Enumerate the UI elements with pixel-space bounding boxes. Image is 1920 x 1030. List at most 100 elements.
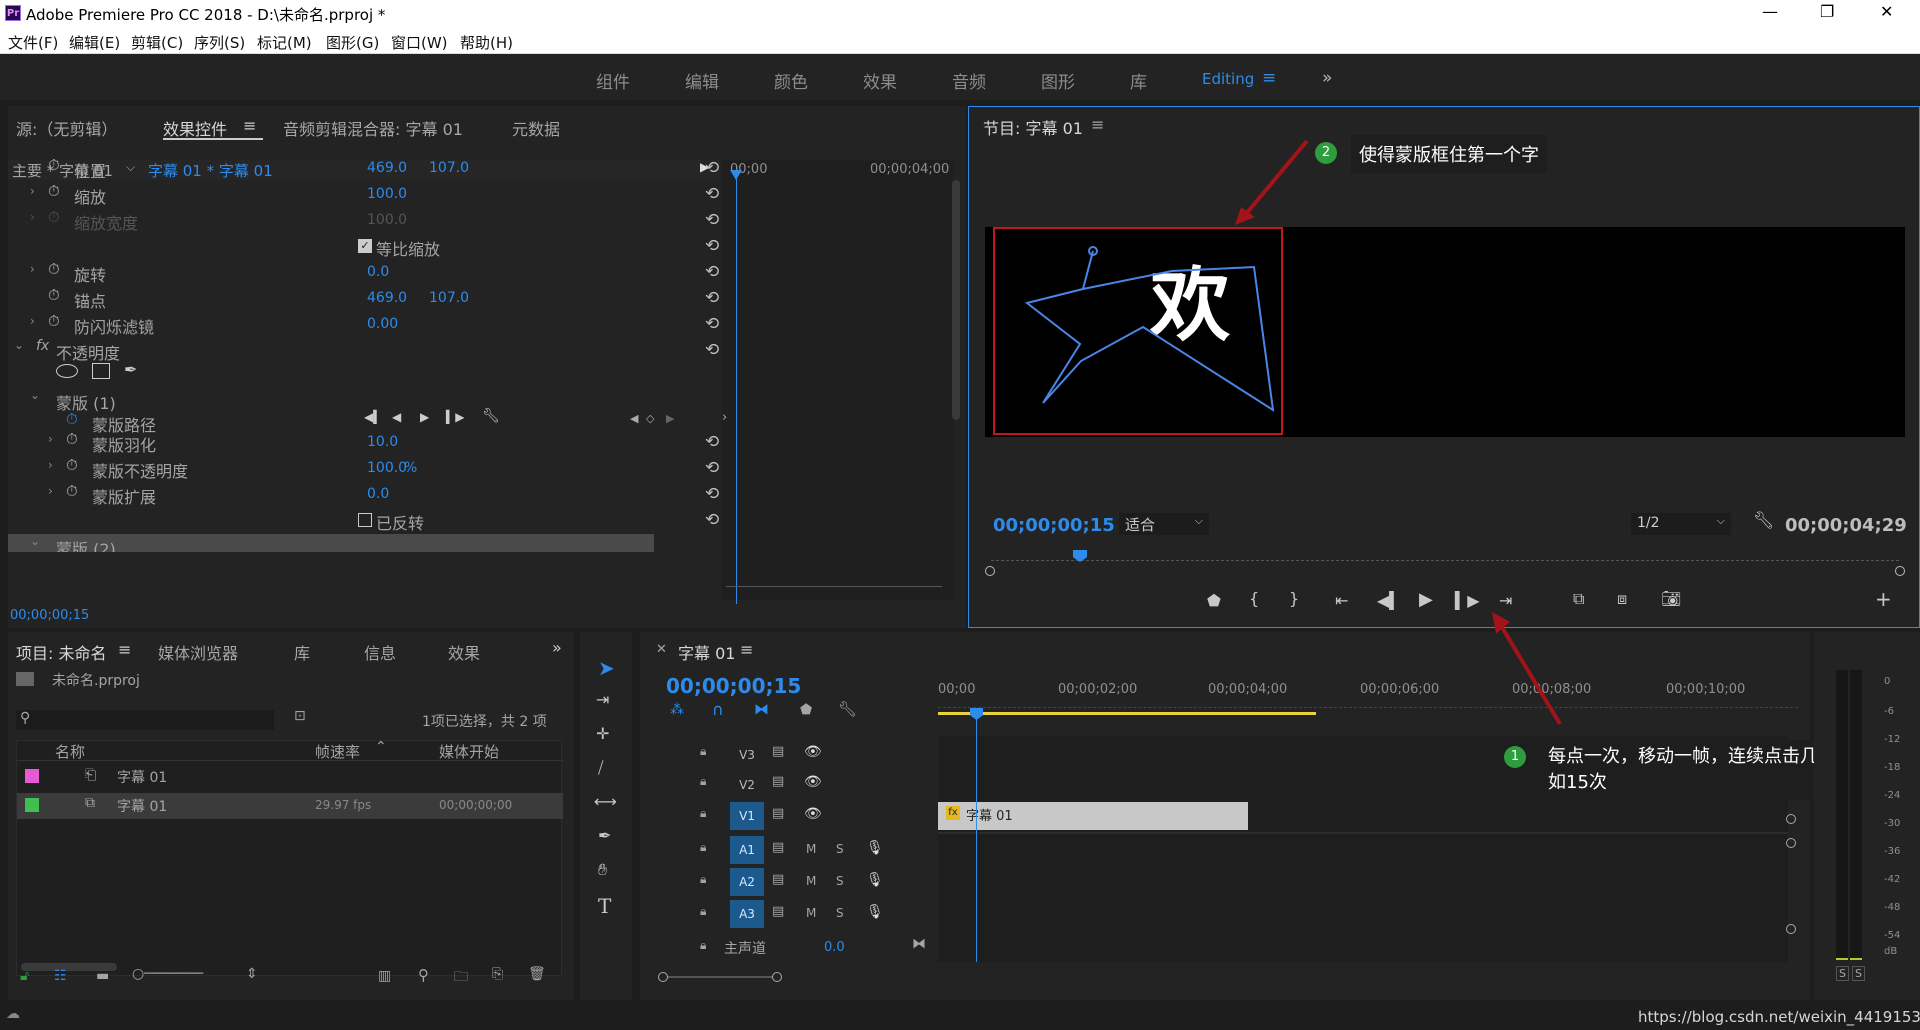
collapse-icon[interactable]: ⌄ — [30, 534, 40, 548]
tab-audio-mixer[interactable]: 音频剪辑混合器: 字幕 01 — [283, 116, 463, 140]
fit-select[interactable]: 适合 ⌵ — [1119, 513, 1209, 535]
video-frame[interactable]: 欢 — [985, 227, 1905, 437]
mask-1-label[interactable]: 蒙版 (1) — [56, 390, 116, 414]
track-label[interactable]: A2 — [730, 868, 764, 896]
anchor-x[interactable]: 469.0 — [367, 290, 407, 306]
microphone-icon[interactable]: 🎙︎ — [866, 872, 884, 888]
ellipse-mask-icon[interactable] — [56, 364, 78, 378]
lift-icon[interactable]: ⧉ — [1573, 589, 1584, 609]
tab-source[interactable]: 源:（无剪辑） — [16, 116, 117, 140]
add-marker-icon[interactable]: ⬟ — [1207, 591, 1221, 610]
next-keyframe-icon[interactable]: ▶ — [666, 412, 674, 425]
collapse-icon[interactable]: ⌄ — [30, 388, 40, 402]
timeline-playhead[interactable] — [976, 714, 977, 962]
reset-icon[interactable]: ⟲ — [705, 236, 719, 256]
close-button[interactable]: ✕ — [1880, 2, 1893, 21]
sync-lock-icon[interactable]: ▤ — [772, 744, 784, 759]
program-menu-icon[interactable]: ≡ — [1091, 115, 1104, 134]
clear-icon[interactable]: 🗑︎ — [528, 966, 546, 982]
add-marker-icon[interactable]: ⬟ — [800, 702, 812, 718]
export-frame-icon[interactable]: 📷︎ — [1661, 589, 1681, 608]
ec-playhead[interactable] — [736, 176, 737, 604]
mask-2-row[interactable]: ⌄ 蒙版 (2) — [8, 534, 654, 552]
clip-selector[interactable]: 字幕 01 * 字幕 01 — [148, 160, 273, 181]
razor-tool-icon[interactable]: ⧸ — [598, 758, 603, 778]
nest-toggle-icon[interactable]: ⁂ — [670, 702, 684, 718]
workspace-effects[interactable]: 效果 — [863, 68, 897, 93]
expand-icon[interactable]: › — [30, 262, 35, 276]
minimize-button[interactable]: — — [1762, 2, 1778, 21]
menu-graphics[interactable]: 图形(G) — [326, 32, 379, 53]
track-label[interactable]: A1 — [730, 836, 764, 864]
ripple-edit-tool-icon[interactable]: ✛ — [596, 724, 609, 743]
list-item[interactable]: ⎗ 字幕 01 — [17, 765, 563, 791]
lock-icon[interactable]: 🔒︎ — [700, 774, 706, 789]
col-framerate[interactable]: 帧速率 — [315, 741, 360, 762]
scroll-end-handle[interactable] — [772, 972, 782, 982]
find-icon[interactable]: ⚲ — [418, 966, 429, 984]
mute-button[interactable]: M — [806, 906, 816, 920]
solo-button[interactable]: S — [836, 906, 844, 920]
workspace-libraries[interactable]: 库 — [1130, 68, 1147, 93]
stopwatch-icon[interactable]: ⏱ — [48, 156, 60, 174]
reset-icon[interactable]: ⟲ — [705, 432, 719, 452]
pen-mask-icon[interactable]: ✒ — [124, 360, 137, 379]
sync-lock-icon[interactable]: ▤ — [772, 872, 784, 887]
sort-icons-icon[interactable]: ⇕ — [246, 966, 258, 982]
expand-right-icon[interactable]: › — [722, 410, 727, 425]
stopwatch-icon[interactable]: ⏱ — [66, 430, 78, 448]
expand-icon[interactable]: › — [48, 432, 53, 446]
new-bin-icon[interactable]: 🗀︎ — [454, 966, 468, 990]
collapse-icon[interactable]: ⌄ — [14, 338, 24, 352]
eye-icon[interactable]: 👁︎ — [804, 774, 822, 790]
program-title[interactable]: 节目: 字幕 01 — [983, 115, 1083, 139]
workspace-menu-icon[interactable]: ≡ — [1262, 68, 1276, 88]
track-backward-icon[interactable]: ◀ — [392, 410, 401, 424]
microphone-icon[interactable]: 🎙︎ — [866, 904, 884, 920]
project-search-input[interactable]: ⚲ — [16, 710, 274, 730]
timeline-menu-icon[interactable]: ≡ — [740, 640, 753, 659]
timeline-tab[interactable]: 字幕 01 — [678, 640, 735, 664]
lock-icon[interactable]: 🔒︎ — [700, 872, 706, 887]
snap-icon[interactable]: ∩ — [712, 700, 724, 719]
microphone-icon[interactable]: 🎙︎ — [866, 840, 884, 856]
reset-icon[interactable]: ⟲ — [705, 210, 719, 230]
v-scroll-handle-bottom[interactable] — [1786, 814, 1796, 824]
resolution-select[interactable]: 1/2 ⌵ — [1631, 513, 1731, 535]
track-select-tool-icon[interactable]: ⇥ — [596, 690, 609, 709]
wrench-icon[interactable]: 🔧︎ — [482, 408, 500, 424]
eye-icon[interactable]: 👁︎ — [804, 744, 822, 760]
prev-keyframe-icon[interactable]: ◀ — [630, 412, 638, 425]
solo-right-button[interactable]: S — [1852, 966, 1865, 981]
tab-media-browser[interactable]: 媒体浏览器 — [158, 640, 238, 664]
slip-tool-icon[interactable]: ⟷ — [594, 792, 617, 811]
solo-left-button[interactable]: S — [1836, 966, 1849, 981]
scroll-thumb[interactable] — [668, 976, 772, 978]
rectangle-mask-icon[interactable] — [92, 363, 110, 379]
sync-lock-icon[interactable]: ▤ — [772, 806, 784, 821]
hand-tool-icon[interactable]: ✋︎ — [598, 860, 607, 880]
pen-tool-icon[interactable]: ✒ — [598, 826, 611, 845]
expand-icon[interactable]: › — [48, 458, 53, 472]
anchor-y[interactable]: 107.0 — [429, 290, 469, 306]
new-search-bin-icon[interactable]: ⊡ — [294, 708, 306, 724]
reset-icon[interactable]: ⟲ — [705, 158, 719, 178]
a-scroll-handle-bottom[interactable] — [1786, 924, 1796, 934]
reset-icon[interactable]: ⟲ — [705, 458, 719, 478]
ec-h-scroll[interactable] — [726, 586, 942, 592]
col-name[interactable]: 名称 — [55, 741, 85, 762]
menu-clip[interactable]: 剪辑(C) — [131, 32, 183, 53]
scrub-end-handle[interactable] — [1895, 566, 1905, 576]
track-forward-icon[interactable]: ▶ — [420, 410, 429, 424]
solo-button[interactable]: S — [836, 874, 844, 888]
stopwatch-icon[interactable]: ⏱ — [48, 182, 60, 200]
timeline-settings-icon[interactable]: 🔧︎ — [838, 700, 857, 718]
project-menu-icon[interactable]: ≡ — [118, 640, 131, 659]
new-item-icon[interactable]: ⎘ — [492, 966, 503, 982]
add-keyframe-icon[interactable]: ◇ — [646, 412, 654, 425]
timeline-h-scroll[interactable] — [658, 972, 1788, 982]
linked-selection-icon[interactable]: ⧓ — [754, 700, 769, 718]
position-y[interactable]: 107.0 — [429, 160, 469, 176]
mark-out-icon[interactable]: } — [1289, 589, 1299, 608]
workspace-more-icon[interactable]: » — [1322, 68, 1332, 88]
